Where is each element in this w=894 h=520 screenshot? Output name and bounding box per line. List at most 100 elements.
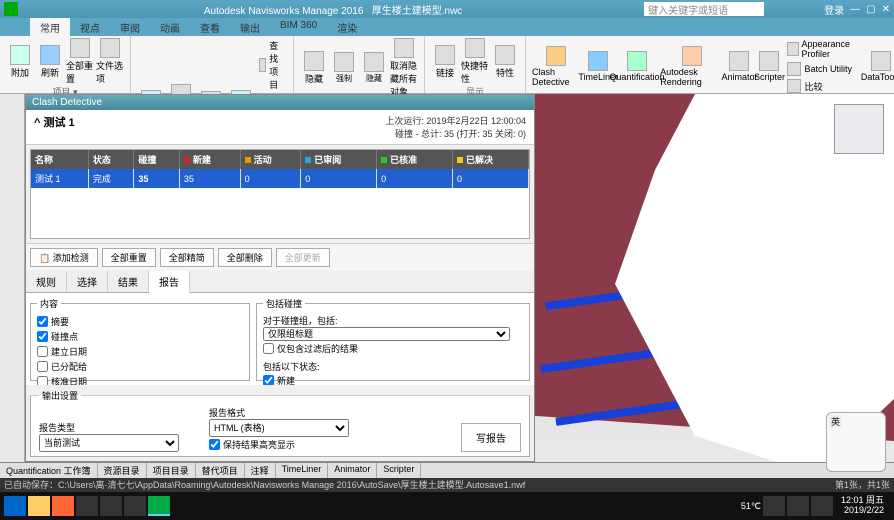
window-max-icon[interactable]: ▢ [866,4,875,15]
taskbar-browser-icon[interactable] [52,496,74,516]
col-approved[interactable]: 已核准 [377,150,453,169]
tab-scripter[interactable]: Scripter [377,463,421,478]
write-report-button[interactable]: 写报告 [461,423,521,452]
reset-all-button[interactable]: 全部重置 [66,38,94,85]
col-new[interactable]: 新建 [179,150,240,169]
tab-rules[interactable]: 规则 [26,271,67,292]
quantification-button[interactable]: Quantification [616,51,659,82]
window-min-icon[interactable]: — [850,4,860,15]
ribbon-tab-animation[interactable]: 动画 [150,18,190,36]
delete-all-button[interactable]: 全部删除 [218,248,272,267]
scripter-button[interactable]: Scripter [755,51,783,82]
ribbon-tab-output[interactable]: 输出 [230,18,270,36]
col-resolved[interactable]: 已解决 [453,150,529,169]
compare-button[interactable]: 比较 [785,78,863,94]
col-active[interactable]: 活动 [240,150,301,169]
tab-timeliner[interactable]: TimeLiner [276,463,329,478]
tab-quantification[interactable]: Quantification 工作簿 [0,463,98,478]
find-items-button[interactable]: 查找项目 [257,38,287,92]
tab-item-catalog[interactable]: 项目目录 [147,463,196,478]
user-login[interactable]: 登录 [824,2,844,17]
tab-change-items[interactable]: 替代项目 [196,463,245,478]
group-select[interactable]: 仅限组标题 [263,327,510,341]
hide-button[interactable]: 隐藏 [300,51,328,85]
unhide-all-button[interactable]: 取消隐藏所有对象 [390,38,418,98]
quick-props-button[interactable]: 快捷特性 [461,38,489,85]
clash-detective-button[interactable]: Clash Detective [532,46,581,87]
content-label: 碰撞点 [51,330,78,343]
navigation-bar[interactable] [874,184,894,364]
ribbon-tab-view[interactable]: 查看 [190,18,230,36]
left-toolbar[interactable] [0,94,25,462]
tray-icon[interactable] [787,496,809,516]
clash-test-table[interactable]: 名称 状态 碰撞 新建 活动 已审阅 已核准 已解决 测试 1完成 3535 0… [30,149,530,239]
col-clashes[interactable]: 碰撞 [134,150,180,169]
clash-summary: 碰撞 - 总计: 35 (打开: 35 关闭: 0) [385,127,526,140]
include-legend: 包括碰撞 [263,297,305,310]
ribbon-tab-review[interactable]: 审阅 [110,18,150,36]
desktop-pet-icon[interactable]: 英 [826,412,886,472]
animator-button[interactable]: Animator [725,51,753,82]
ribbon-tab-home[interactable]: 常用 [30,18,70,36]
properties-button[interactable]: 特性 [491,45,519,79]
report-format-select[interactable]: HTML (表格) [209,419,349,437]
test-name: ^ 测试 1 [34,114,75,140]
content-checkbox[interactable] [37,346,48,357]
tab-results[interactable]: 结果 [108,271,149,292]
ribbon-tab-bim360[interactable]: BIM 360 [270,18,327,36]
windows-taskbar[interactable]: 51℃ 12:01 周五 2019/2/22 [0,492,894,520]
links-button[interactable]: 链接 [431,45,459,79]
require-button[interactable]: 强制 [330,52,358,84]
ribbon-tab-render[interactable]: 渲染 [327,18,367,36]
hide-unselected-button[interactable]: 隐藏 [360,52,388,84]
status-bar: 已自动保存：C:\Users\离·清七七\AppData\Roaming\Aut… [0,478,894,492]
viewcube-icon[interactable] [834,104,884,154]
taskbar-explorer-icon[interactable] [28,496,50,516]
3d-viewport[interactable] [535,94,894,462]
reset-all-button[interactable]: 全部重置 [102,248,156,267]
tray-icon[interactable] [811,496,833,516]
content-checkbox[interactable] [37,361,48,372]
tab-select[interactable]: 选择 [67,271,108,292]
file-options-button[interactable]: 文件选项 [96,38,124,85]
taskbar-app-icon[interactable] [76,496,98,516]
status-label: 新建 [277,374,295,385]
refresh-button[interactable]: 刷新 [36,45,64,79]
content-checkbox[interactable] [37,376,48,385]
tab-animator[interactable]: Animator [328,463,377,478]
system-temp: 51℃ [741,501,761,512]
tray-icon[interactable] [763,496,785,516]
col-status[interactable]: 状态 [88,150,134,169]
add-test-button[interactable]: 📋 添加检测 [30,248,98,267]
col-name[interactable]: 名称 [31,150,88,169]
rendering-button[interactable]: Autodesk Rendering [660,46,723,87]
content-checkbox[interactable] [37,316,48,327]
tab-comments[interactable]: 注释 [245,463,276,478]
status-legend: 包括以下状态: [263,360,523,373]
taskbar-app-icon[interactable] [124,496,146,516]
filter-checkbox[interactable] [263,343,274,354]
tab-resource-catalog[interactable]: 资源目录 [98,463,147,478]
ribbon-tab-viewpoint[interactable]: 视点 [70,18,110,36]
col-reviewed[interactable]: 已审阅 [301,150,377,169]
appearance-profiler-button[interactable]: Appearance Profiler [785,38,863,60]
start-button[interactable] [4,496,26,516]
taskbar-app-icon[interactable] [100,496,122,516]
status-checkbox[interactable] [263,375,274,385]
help-search-input[interactable]: 键入关键字或短语 [644,2,764,16]
bottom-panel-tabs: Quantification 工作簿 资源目录 项目目录 替代项目 注释 Tim… [0,462,894,478]
report-type-select[interactable]: 当前测试 [39,434,179,452]
compact-all-button[interactable]: 全部精简 [160,248,214,267]
window-close-icon[interactable]: ✕ [882,4,890,15]
tab-report[interactable]: 报告 [149,271,190,293]
datatools-button[interactable]: DataTools [865,51,894,82]
append-button[interactable]: 附加 [6,45,34,79]
content-legend: 内容 [37,297,61,310]
content-checkbox[interactable] [37,331,48,342]
batch-utility-button[interactable]: Batch Utility [785,61,863,77]
preserve-highlight-checkbox[interactable] [209,439,220,450]
table-row[interactable]: 测试 1完成 3535 00 00 [31,169,529,188]
taskbar-navisworks-icon[interactable] [148,496,170,516]
system-clock[interactable]: 12:01 周五 2019/2/22 [835,496,890,516]
update-all-button[interactable]: 全部更新 [276,248,330,267]
